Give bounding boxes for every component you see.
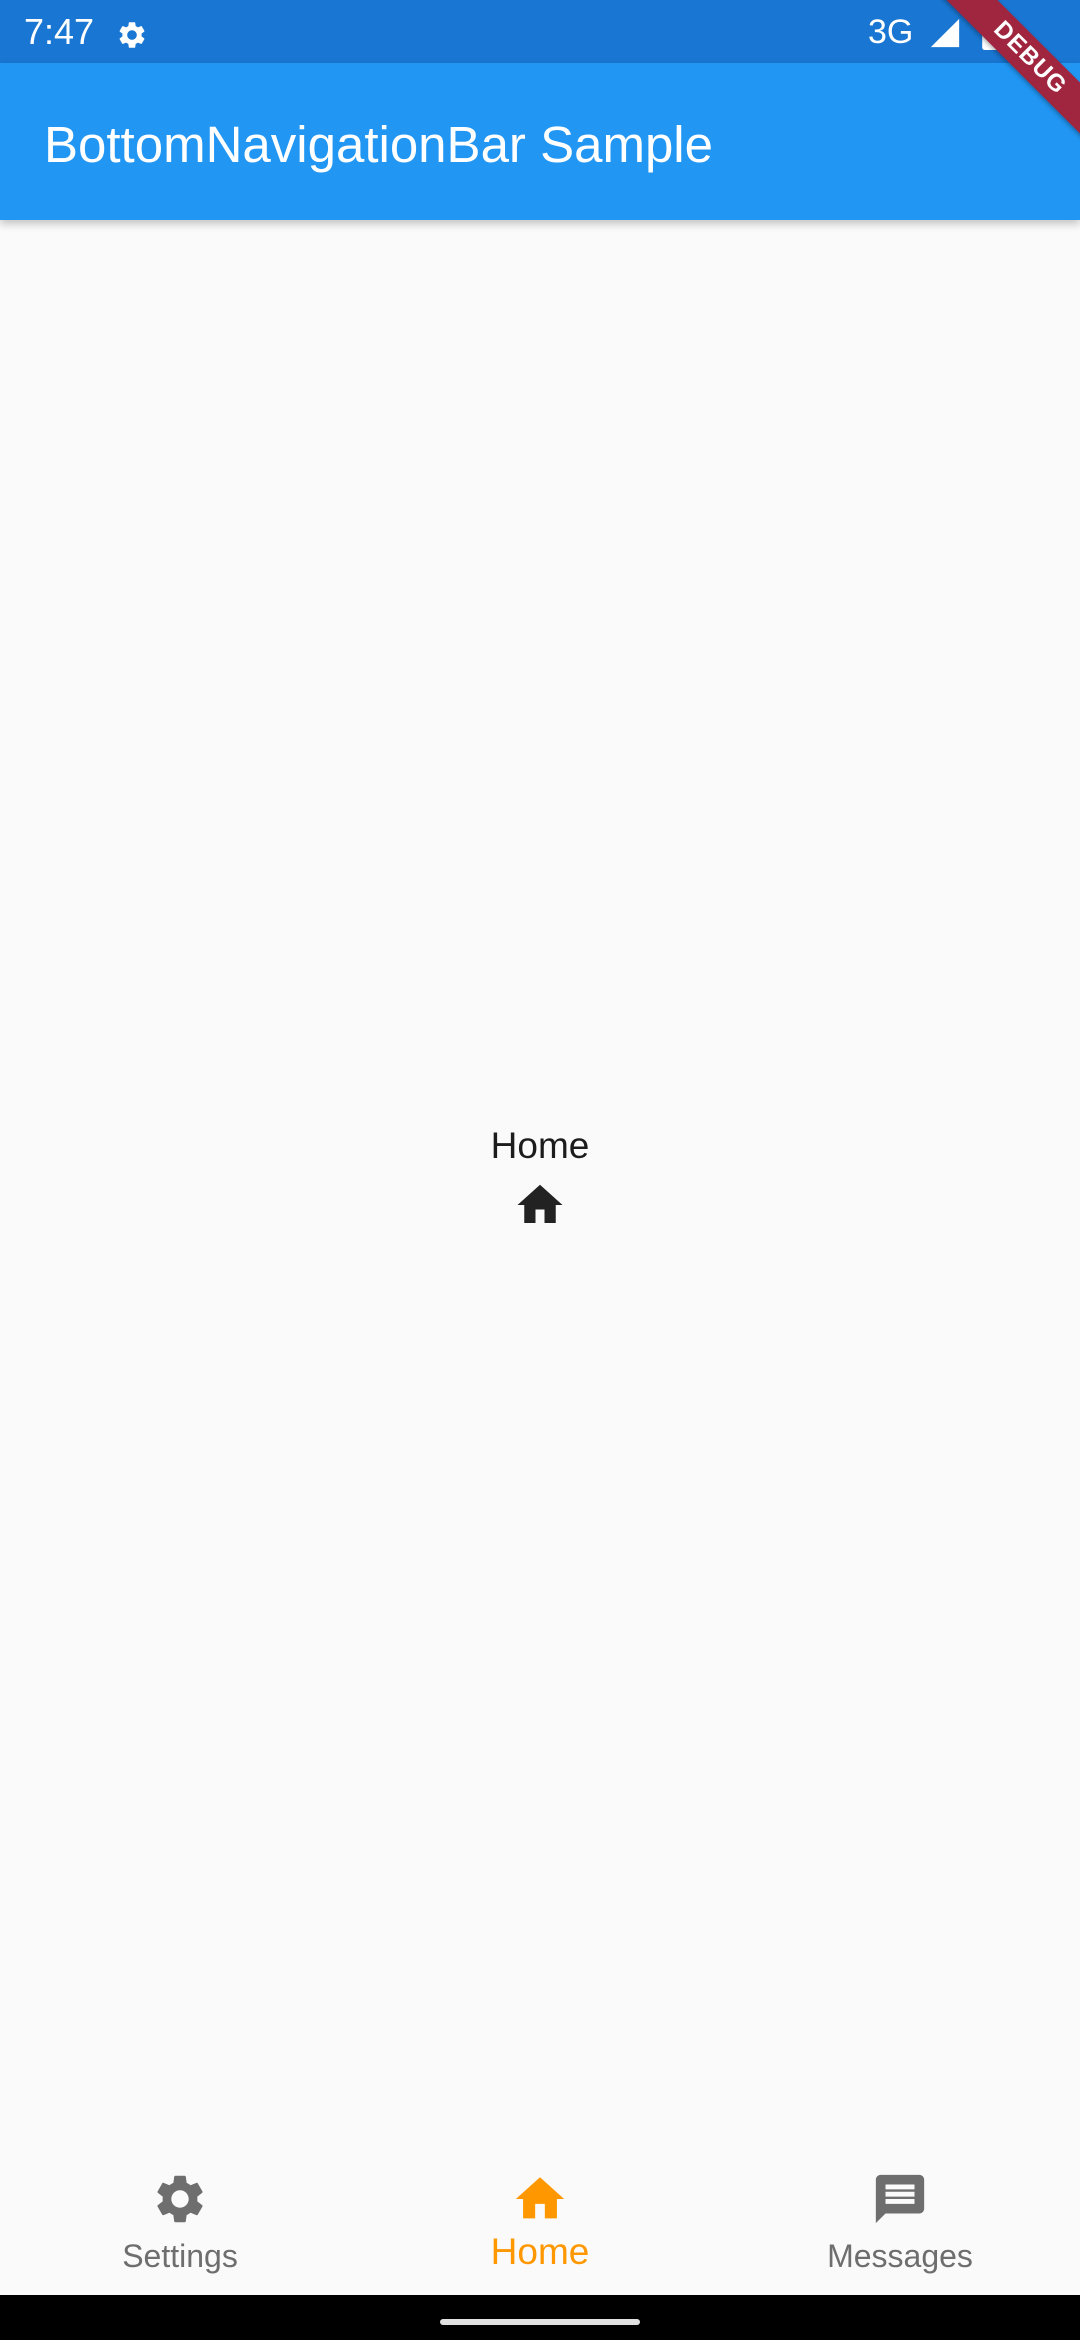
gesture-handle[interactable] [440, 2319, 640, 2325]
app-title: BottomNavigationBar Sample [44, 116, 714, 173]
nav-item-home[interactable]: Home [360, 2155, 720, 2295]
nav-label-settings: Settings [122, 2238, 238, 2274]
settings-gear-icon [119, 22, 145, 48]
app-screen: 7:47 3G BottomNavigationBar Sample DEBUG… [0, 0, 1080, 2340]
home-icon [517, 1184, 563, 1223]
signal-icon [930, 18, 960, 48]
nav-item-settings[interactable]: Settings [0, 2155, 360, 2295]
app-bar: BottomNavigationBar Sample [0, 63, 1080, 220]
nav-label-home: Home [490, 2231, 590, 2272]
status-bar: 7:47 3G [0, 0, 1080, 63]
nav-label-messages: Messages [827, 2238, 973, 2274]
page-body: Home [0, 220, 1080, 2155]
system-gesture-area [0, 2295, 1080, 2340]
bottom-navigation-bar: Settings Home Messages [0, 2155, 1080, 2295]
home-icon [515, 2177, 565, 2219]
nav-item-messages[interactable]: Messages [720, 2155, 1080, 2295]
network-type: 3G [868, 13, 914, 51]
page-label: Home [490, 1125, 590, 1166]
message-icon [875, 2174, 925, 2224]
settings-icon [157, 2175, 203, 2223]
status-time: 7:47 [24, 11, 95, 52]
